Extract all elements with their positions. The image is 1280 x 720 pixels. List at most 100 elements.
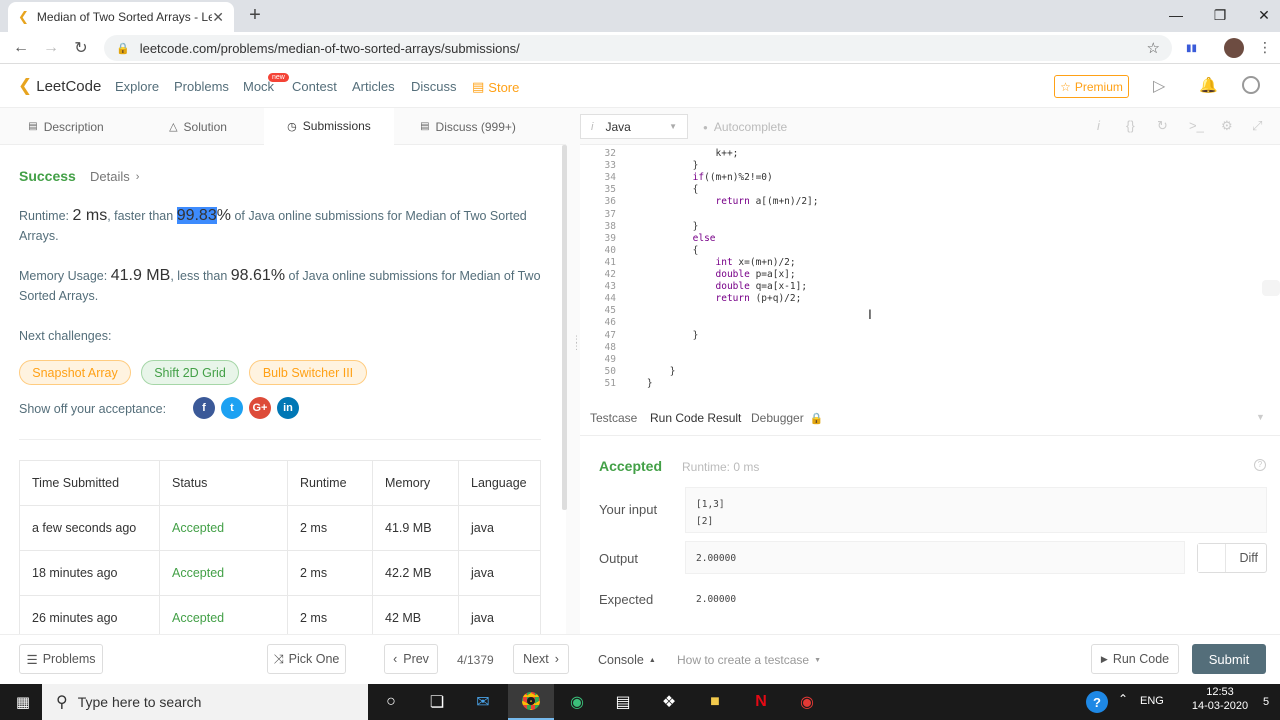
premium-button[interactable]: ☆ Premium [1054,75,1129,98]
linkedin-icon[interactable]: in [277,397,299,419]
taskbar-search-input[interactable]: ⚲ Type here to search [42,684,368,720]
autocomplete-toggle[interactable]: ● Autocomplete [703,120,787,134]
notification-icon[interactable]: 5 [1256,692,1276,712]
bookmark-star-icon[interactable]: ☆ [1147,39,1160,57]
info-icon[interactable]: i [1097,118,1100,133]
browser-tab[interactable]: ❮ Median of Two Sorted Arrays - Le ✕ [8,2,234,32]
help-icon[interactable]: ? [1254,459,1266,471]
nav-contest[interactable]: Contest [292,79,337,94]
reload-icon[interactable]: ↻ [70,37,92,59]
challenge-chip[interactable]: Snapshot Array [19,360,131,385]
tab-solution[interactable]: △ Solution [132,108,264,145]
mail-icon[interactable]: ✉ [460,684,506,720]
cell-status[interactable]: Accepted [159,550,288,596]
settings-icon[interactable]: ⚙ [1221,118,1233,134]
reset-icon[interactable]: ↻ [1157,118,1168,134]
help-tray-icon[interactable]: ? [1086,691,1108,713]
tab-discuss[interactable]: ▤ Discuss (999+) [394,108,542,145]
col-status[interactable]: Status [159,460,288,506]
netflix-icon[interactable]: N [738,684,784,720]
task-view-icon[interactable]: ❏ [414,684,460,720]
console-toggle[interactable]: Console ▲ [598,653,656,667]
memory-stat: Memory Usage: 41.9 MB, less than 98.61% … [19,266,549,306]
chrome-icon[interactable] [508,684,554,720]
language-select[interactable]: i Java ▼ [580,114,688,139]
cell-status[interactable]: Accepted [159,505,288,551]
bell-icon[interactable]: 🔔 [1199,76,1218,94]
close-window-icon[interactable]: ✕ [1244,4,1280,26]
prev-button[interactable]: ‹ Prev [384,644,438,674]
problems-list-button[interactable]: ☰ Problems [19,644,103,674]
browser-menu-icon[interactable]: ⋮ [1258,39,1272,56]
code-text: double q=a[x-1]; [715,281,808,293]
tab-run-code-result[interactable]: Run Code Result [650,411,741,425]
col-time-submitted[interactable]: Time Submitted [19,460,160,506]
terminal-icon[interactable]: >_ [1189,118,1204,133]
braces-icon[interactable]: {} [1126,118,1135,133]
challenge-chip[interactable]: Shift 2D Grid [141,360,239,385]
store-bag-icon[interactable]: ▤ [600,684,646,720]
dropbox-icon[interactable]: ❖ [646,684,692,720]
new-tab-icon[interactable]: + [244,4,266,26]
fullscreen-icon[interactable]: ⤢ [1252,118,1262,134]
google-plus-icon[interactable]: G+ [249,397,271,419]
pick-one-button[interactable]: ⤨ Pick One [267,644,346,674]
tab-debugger[interactable]: Debugger 🔒 [751,411,823,425]
line-number: 41 [604,256,616,268]
run-code-button[interactable]: ▶ Run Code [1091,644,1179,674]
col-memory[interactable]: Memory [372,460,459,506]
extension-icon[interactable]: ▮▮ [1186,43,1197,54]
tab-submissions[interactable]: ◷ Submissions [264,108,394,145]
language-indicator[interactable]: ENG [1140,695,1164,707]
nav-problems[interactable]: Problems [174,79,229,94]
user-icon[interactable] [1242,76,1260,94]
challenge-chip[interactable]: Bulb Switcher III [249,360,367,385]
code-editor[interactable]: 32 k++; 33 } 34 if((m+n)%2!=0) 35 {36 retur… [580,145,1280,400]
caret-down-icon: ▼ [669,122,677,131]
next-button[interactable]: Next › [513,644,569,674]
recorder-icon[interactable]: ◉ [784,684,830,720]
dot-icon: ● [703,122,708,132]
details-link[interactable]: Details › [90,169,139,184]
cortana-icon[interactable]: ○ [368,684,414,720]
profile-avatar[interactable] [1224,38,1244,58]
tab-testcase[interactable]: Testcase [590,411,637,425]
minimize-icon[interactable]: — [1156,4,1196,26]
nav-discuss[interactable]: Discuss [411,79,457,94]
nav-articles[interactable]: Articles [352,79,395,94]
nav-store[interactable]: ▤ Store [472,79,519,95]
store-label: Store [488,79,520,95]
collapse-icon[interactable]: ▼ [1256,412,1265,422]
nav-explore[interactable]: Explore [115,79,159,94]
tray-chevron-icon[interactable]: ⌃ [1118,692,1128,706]
line-number: 49 [604,353,616,365]
line-number: 50 [604,365,616,377]
address-bar[interactable]: 🔒 leetcode.com/problems/median-of-two-so… [104,35,1172,61]
maximize-icon[interactable]: ❐ [1200,4,1240,26]
col-runtime[interactable]: Runtime [287,460,373,506]
pane-splitter[interactable] [566,108,580,634]
store-icon: ▤ [472,79,485,94]
clock[interactable]: 12:53 14-03-2020 [1188,686,1252,712]
folder-icon[interactable]: ■ [692,684,738,720]
back-icon[interactable]: ← [10,37,32,59]
submit-button[interactable]: Submit [1192,644,1266,674]
leetcode-logo-icon: ❮ [18,76,33,95]
howto-link[interactable]: How to create a testcase ▼ [677,653,821,667]
editor-scroll-handle[interactable] [1262,280,1280,296]
code-line: 41 int x=(m+n)/2; [580,257,796,269]
leetcode-logo[interactable]: ❮ LeetCode [18,76,101,96]
list-icon: ☰ [26,652,38,667]
globe-icon[interactable]: ◉ [554,684,600,720]
twitter-icon[interactable]: t [221,397,243,419]
forward-icon[interactable]: → [40,37,62,59]
tab-description[interactable]: ▤ Description [0,108,132,145]
code-line: 49 [580,354,624,366]
col-language[interactable]: Language [458,460,541,506]
left-scrollbar[interactable] [562,145,567,510]
playground-icon[interactable]: ▷ [1153,76,1165,96]
facebook-icon[interactable]: f [193,397,215,419]
diff-switch-knob[interactable] [1198,544,1226,572]
close-tab-icon[interactable]: ✕ [212,9,224,26]
windows-start-icon[interactable]: ▦ [0,684,46,720]
